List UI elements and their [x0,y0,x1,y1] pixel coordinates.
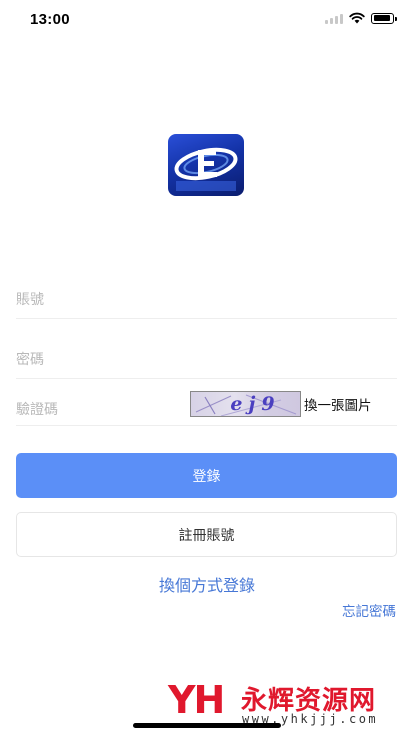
login-button[interactable]: 登錄 [16,453,397,498]
app-logo-icon [168,134,244,196]
password-field[interactable] [16,341,397,379]
signal-bars-icon [325,13,343,24]
register-button[interactable]: 註冊賬號 [16,512,397,557]
refresh-captcha-button[interactable]: 換一張圖片 [304,394,372,414]
captcha-text: ej9 [230,393,281,415]
status-icons [325,12,397,24]
wifi-icon [349,12,365,24]
account-field[interactable] [16,282,397,319]
forgot-password-link[interactable]: 忘記密碼 [342,600,396,620]
home-indicator[interactable] [133,723,281,728]
account-input[interactable] [16,282,397,318]
status-bar: 13:00 [0,0,414,40]
watermark-logo: YH [168,678,225,722]
battery-icon [371,12,397,24]
status-time: 13:00 [30,11,70,28]
battery-level [373,15,390,21]
captcha-image[interactable]: ej9 [190,391,301,417]
password-input[interactable] [16,341,397,378]
switch-login-method-link[interactable]: 換個方式登錄 [0,572,414,596]
captcha-input[interactable] [16,395,186,425]
